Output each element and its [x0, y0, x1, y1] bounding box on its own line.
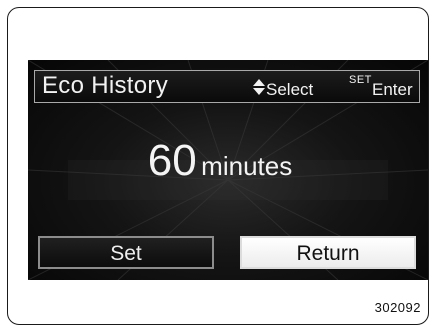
select-hint: Select — [266, 80, 314, 99]
figure-number: 302092 — [374, 300, 421, 315]
set-button[interactable]: Set — [38, 236, 214, 269]
display-screen: Eco History Select SET Enter 60 minutes … — [28, 60, 428, 280]
interval-unit: minutes — [201, 151, 293, 181]
interval-number: 60 — [147, 136, 197, 185]
return-button[interactable]: Return — [240, 236, 416, 269]
title-bar: Eco History Select SET Enter — [34, 70, 420, 103]
interval-value[interactable]: 60 minutes — [28, 136, 428, 186]
enter-hint: Enter — [372, 80, 413, 99]
up-down-arrows-icon — [253, 79, 265, 95]
screen-title: Eco History — [42, 72, 168, 99]
set-key-label: SET — [349, 74, 372, 86]
